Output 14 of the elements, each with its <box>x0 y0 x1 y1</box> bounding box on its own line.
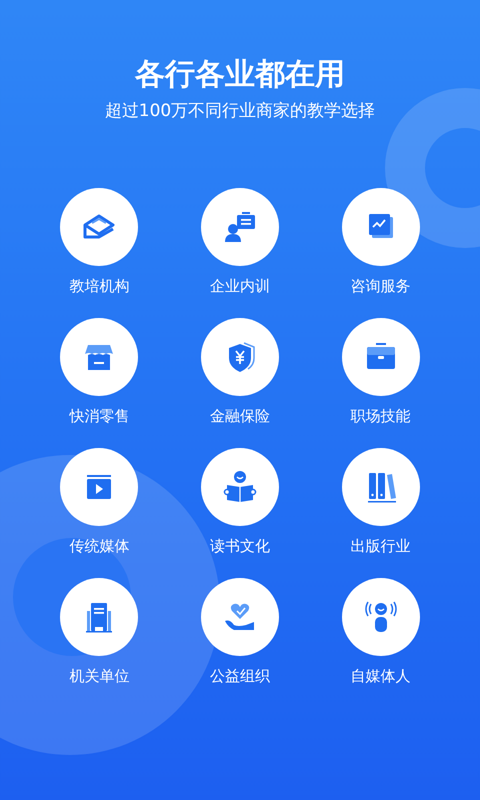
industry-label: 自媒体人 <box>350 666 411 686</box>
industry-label: 咨询服务 <box>350 276 411 296</box>
industry-label: 企业内训 <box>210 276 270 296</box>
industry-label: 快消零售 <box>69 406 130 426</box>
industry-label: 读书文化 <box>210 536 270 556</box>
industry-label: 出版行业 <box>350 536 411 556</box>
industry-label: 金融保险 <box>210 406 270 426</box>
page-title: 各行各业都在用 <box>135 56 345 94</box>
industry-label: 职场技能 <box>350 406 411 426</box>
industry-label: 公益组织 <box>210 666 270 686</box>
industry-label: 教培机构 <box>69 276 130 296</box>
industry-label: 机关单位 <box>69 666 130 686</box>
page-subtitle: 超过100万不同行业商家的教学选择 <box>104 100 376 123</box>
industry-label: 传统媒体 <box>69 536 130 556</box>
